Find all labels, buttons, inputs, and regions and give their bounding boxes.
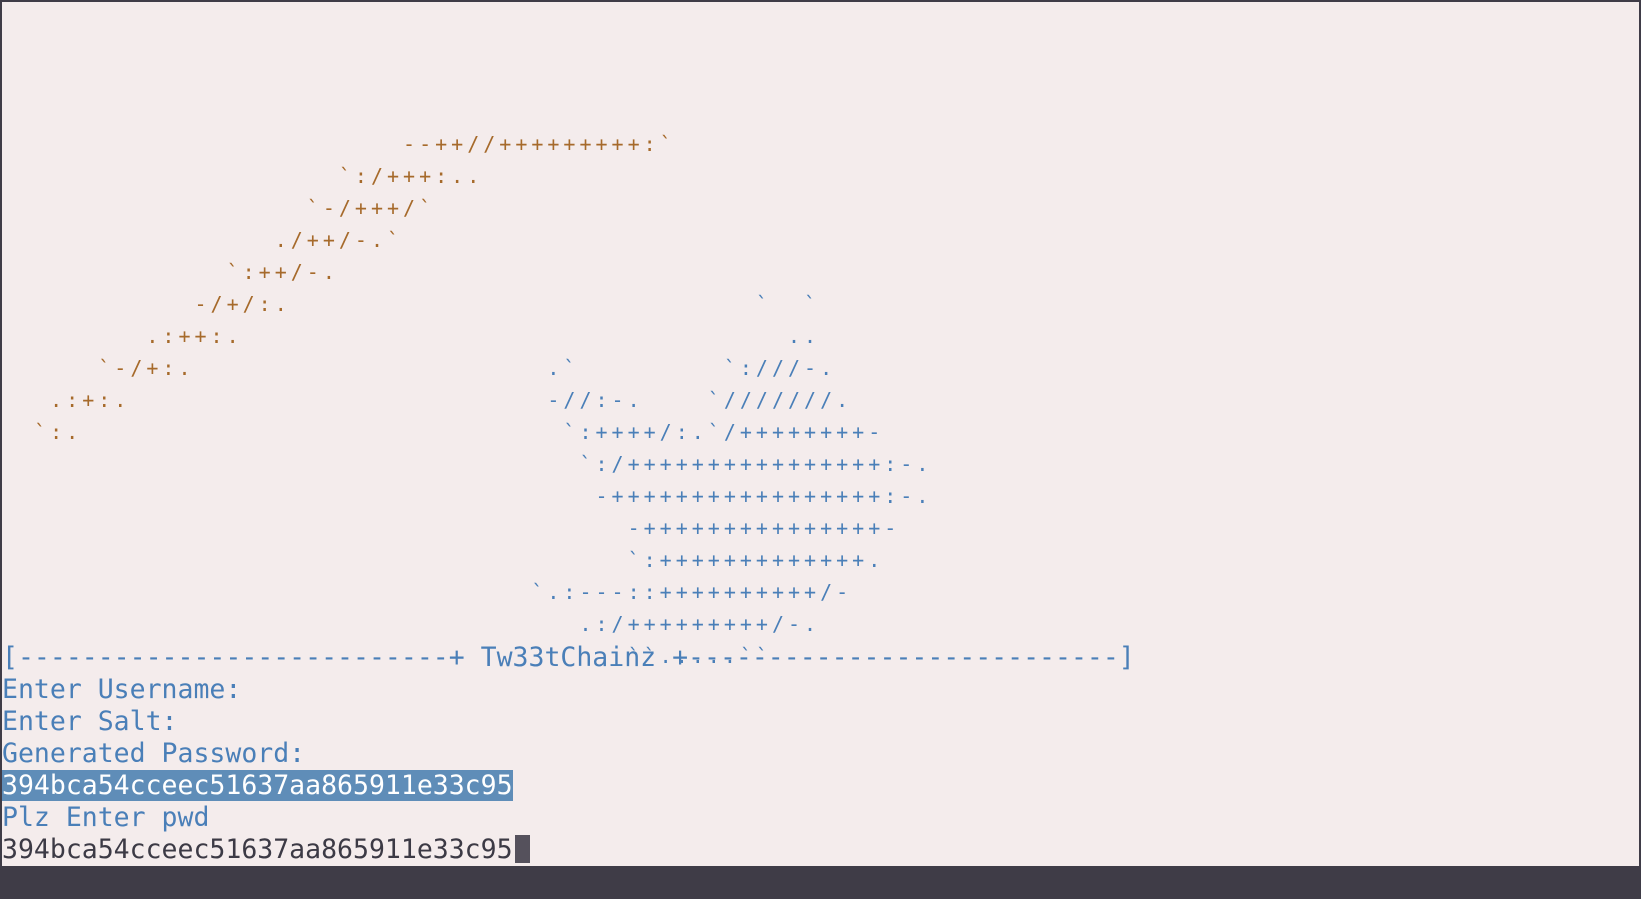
console-output: [---------------------------+ Tw33tChain… xyxy=(2,642,1135,866)
terminal-window[interactable]: --++//+++++++++:` `:/+++:.. `-/+++/` ./+… xyxy=(2,2,1639,866)
text-cursor xyxy=(514,835,530,863)
generated-password-selection[interactable]: 394bca54cceec51637aa865911e33c95 xyxy=(2,770,513,801)
salt-prompt: Enter Salt: xyxy=(2,706,178,737)
generated-password-line[interactable]: 394bca54cceec51637aa865911e33c95 xyxy=(2,770,1135,802)
pwd-input-line[interactable]: 394bca54cceec51637aa865911e33c95 xyxy=(2,834,1135,866)
window-bottom-bar xyxy=(0,866,1641,899)
banner-line: [---------------------------+ Tw33tChain… xyxy=(2,642,1135,673)
pwd-prompt: Plz Enter pwd xyxy=(2,802,210,833)
generated-password-label: Generated Password: xyxy=(2,738,306,769)
pwd-input-text[interactable]: 394bca54cceec51637aa865911e33c95 xyxy=(2,834,513,865)
ascii-art-blue: ` ` .. .` `:///-. -//:-. `///////. `:+++… xyxy=(531,292,933,668)
username-prompt: Enter Username: xyxy=(2,674,242,705)
